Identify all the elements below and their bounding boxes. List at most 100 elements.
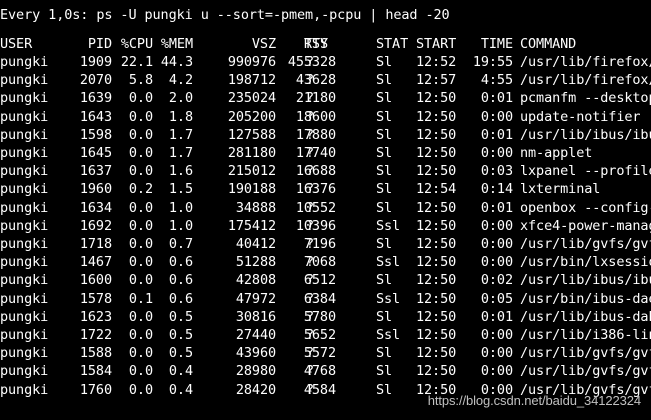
cell-vsz: 51288 [235, 254, 276, 271]
cell-start: 12:50 [416, 90, 457, 107]
cell-cpu: 0.0 [128, 145, 153, 161]
cell-pid: 1645 [79, 145, 112, 161]
cell-mem: 0.7 [168, 236, 193, 252]
cell-start: 12:50 [416, 108, 457, 125]
column-header-time: TIME [480, 36, 513, 52]
table-row: pungki 1578 0.1 0.6 47972 6384? Ssl 12:50 0:05/u… [0, 290, 651, 308]
cell-cpu: 0.0 [128, 217, 153, 234]
cell-mem: 1.6 [168, 163, 193, 180]
cell-tty: ? [306, 181, 315, 198]
cell-vsz: 34888 [235, 199, 276, 216]
cell-start: 12:50 [416, 163, 457, 180]
cell-stat: Sl [376, 145, 393, 161]
cell-command: /usr/lib/gvfs/gvf [520, 236, 651, 252]
column-header-mem: %MEM [160, 36, 193, 52]
cell-time: 0:01 [480, 90, 513, 107]
cell-pid: 1760 [79, 381, 112, 398]
cell-stat: Sl [376, 108, 393, 125]
cell-tty: ? [306, 54, 315, 70]
cell-vsz: 190188 [227, 181, 276, 198]
table-row: pungki 1645 0.0 1.7 281180 17740? Sl 12:50 0:00 n… [0, 144, 651, 162]
cell-pid: 1623 [79, 308, 112, 325]
column-header-user: USER [0, 36, 33, 52]
terminal-window[interactable]: Every 1,0s: ps -U pungki u --sort=-pmem,… [0, 0, 651, 420]
cell-vsz: 215012 [227, 163, 276, 180]
cell-time: 0:00 [480, 254, 513, 271]
cell-command: lxterminal [520, 181, 601, 198]
cell-cpu: 0.0 [128, 327, 153, 343]
cell-vsz: 27440 [235, 327, 276, 343]
cell-stat: Sl [376, 345, 393, 362]
cell-pid: 1584 [79, 363, 112, 380]
cell-mem: 0.5 [168, 345, 193, 362]
column-header-vsz: VSZ [251, 36, 276, 52]
cell-stat: Sl [376, 272, 393, 289]
cell-time: 0:14 [480, 181, 513, 198]
cell-start: 12:50 [416, 308, 457, 325]
cell-stat: Sl [376, 90, 393, 107]
cell-tty: ? [306, 145, 315, 161]
cell-tty: ? [306, 381, 315, 398]
cell-time: 0:01 [480, 308, 513, 325]
cell-stat: Ssl [376, 217, 401, 234]
cell-cpu: 0.0 [128, 363, 153, 380]
cell-cpu: 5.8 [128, 72, 153, 89]
cell-time: 0:00 [480, 108, 513, 125]
cell-start: 12:50 [416, 199, 457, 216]
cell-stat: Sl [376, 54, 393, 70]
cell-vsz: 30816 [235, 308, 276, 325]
cell-vsz: 205200 [227, 108, 276, 125]
column-header-pid: PID [87, 36, 112, 52]
cell-mem: 1.0 [168, 217, 193, 234]
cell-pid: 1722 [79, 327, 112, 343]
table-row: pungki 1634 0.0 1.0 34888 10552? Sl 12:50 0:01 op… [0, 199, 651, 217]
cell-cpu: 0.0 [128, 272, 153, 289]
cell-time: 0:01 [480, 126, 513, 143]
table-row: pungki 1637 0.0 1.6 215012 16688? Sl 12:50 0:03 l… [0, 162, 651, 180]
cell-command: /usr/lib/firefox/ [520, 54, 651, 70]
cell-mem: 1.7 [168, 145, 193, 161]
cell-start: 12:50 [416, 345, 457, 362]
cell-vsz: 281180 [227, 145, 276, 161]
cell-vsz: 175412 [227, 217, 276, 234]
cell-time: 0:00 [480, 327, 513, 343]
cell-mem: 0.4 [168, 381, 193, 398]
cell-stat: Sl [376, 126, 393, 143]
cell-stat: Sl [376, 363, 393, 380]
cell-start: 12:54 [416, 181, 457, 198]
cell-pid: 1692 [79, 217, 112, 234]
cell-vsz: 990976 [227, 54, 276, 70]
cell-start: 12:50 [416, 254, 457, 271]
cell-mem: 0.5 [168, 327, 193, 343]
cell-tty: ? [306, 90, 315, 107]
table-row: pungki 1588 0.0 0.5 43960 5572? Sl 12:50 0:00/us… [0, 344, 651, 362]
table-row: pungki 1718 0.0 0.7 40412 7196? Sl 12:50 0:00/us… [0, 235, 651, 253]
column-header-start: START [416, 36, 457, 52]
cell-vsz: 28980 [235, 363, 276, 380]
cell-pid: 1637 [79, 163, 112, 180]
cell-tty: ? [306, 163, 315, 180]
cell-start: 12:50 [416, 327, 457, 343]
cell-command: lxpanel --profile [520, 163, 651, 180]
cell-pid: 1639 [79, 90, 112, 107]
cell-command: /usr/bin/ibus-dae [520, 290, 651, 307]
cell-command: /usr/lib/gvfs/gvf [520, 345, 651, 362]
cell-command: /usr/lib/firefox/ [520, 72, 651, 89]
cell-mem: 0.6 [168, 290, 193, 307]
cell-cpu: 0.0 [128, 108, 153, 125]
cell-mem: 2.0 [168, 90, 193, 107]
cell-cpu: 0.0 [128, 126, 153, 143]
cell-vsz: 28420 [235, 381, 276, 398]
cell-vsz: 198712 [227, 72, 276, 89]
table-row: pungki 1600 0.0 0.6 42808 6512? Sl 12:50 0:02/us… [0, 271, 651, 289]
cell-mem: 0.6 [168, 272, 193, 289]
cell-tty: ? [306, 345, 315, 362]
cell-start: 12:50 [416, 272, 457, 289]
cell-time: 0:05 [480, 290, 513, 307]
cell-mem: 0.5 [168, 308, 193, 325]
cell-cpu: 0.0 [128, 308, 153, 325]
cell-pid: 1909 [79, 54, 112, 70]
cell-time: 0:02 [480, 272, 513, 289]
cell-mem: 44.3 [160, 54, 193, 70]
cell-mem: 1.5 [168, 181, 193, 198]
